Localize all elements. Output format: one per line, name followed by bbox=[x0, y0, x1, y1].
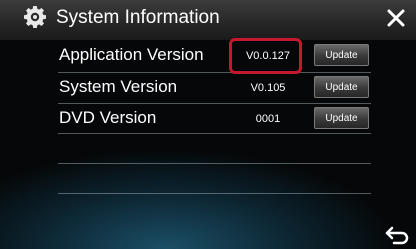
dvd-version-value: 0001 bbox=[255, 113, 281, 125]
row-system-version: System Version V0.105 Update bbox=[50, 73, 372, 103]
title-bar: System Information bbox=[0, 0, 416, 40]
application-update-button[interactable]: Update bbox=[314, 44, 369, 66]
system-version-label: System Version bbox=[59, 77, 178, 96]
gear-icon bbox=[24, 6, 46, 28]
row-dvd-version: DVD Version 0001 Update bbox=[50, 104, 372, 134]
divider bbox=[58, 163, 371, 164]
application-version-label: Application Version bbox=[59, 45, 204, 64]
system-version-value: V0.105 bbox=[250, 82, 286, 94]
highlight-frame bbox=[229, 38, 302, 74]
dvd-update-button[interactable]: Update bbox=[314, 107, 369, 129]
close-icon[interactable] bbox=[384, 6, 408, 30]
page-title: System Information bbox=[56, 7, 220, 28]
dvd-version-label: DVD Version bbox=[59, 108, 157, 127]
divider bbox=[58, 133, 371, 134]
back-arrow-icon[interactable] bbox=[384, 226, 410, 248]
system-update-button[interactable]: Update bbox=[314, 76, 369, 98]
divider bbox=[58, 193, 371, 194]
row-application-version: Application Version V0.0.127 Update bbox=[50, 41, 372, 71]
screen: System Information Application Version V… bbox=[0, 0, 416, 249]
